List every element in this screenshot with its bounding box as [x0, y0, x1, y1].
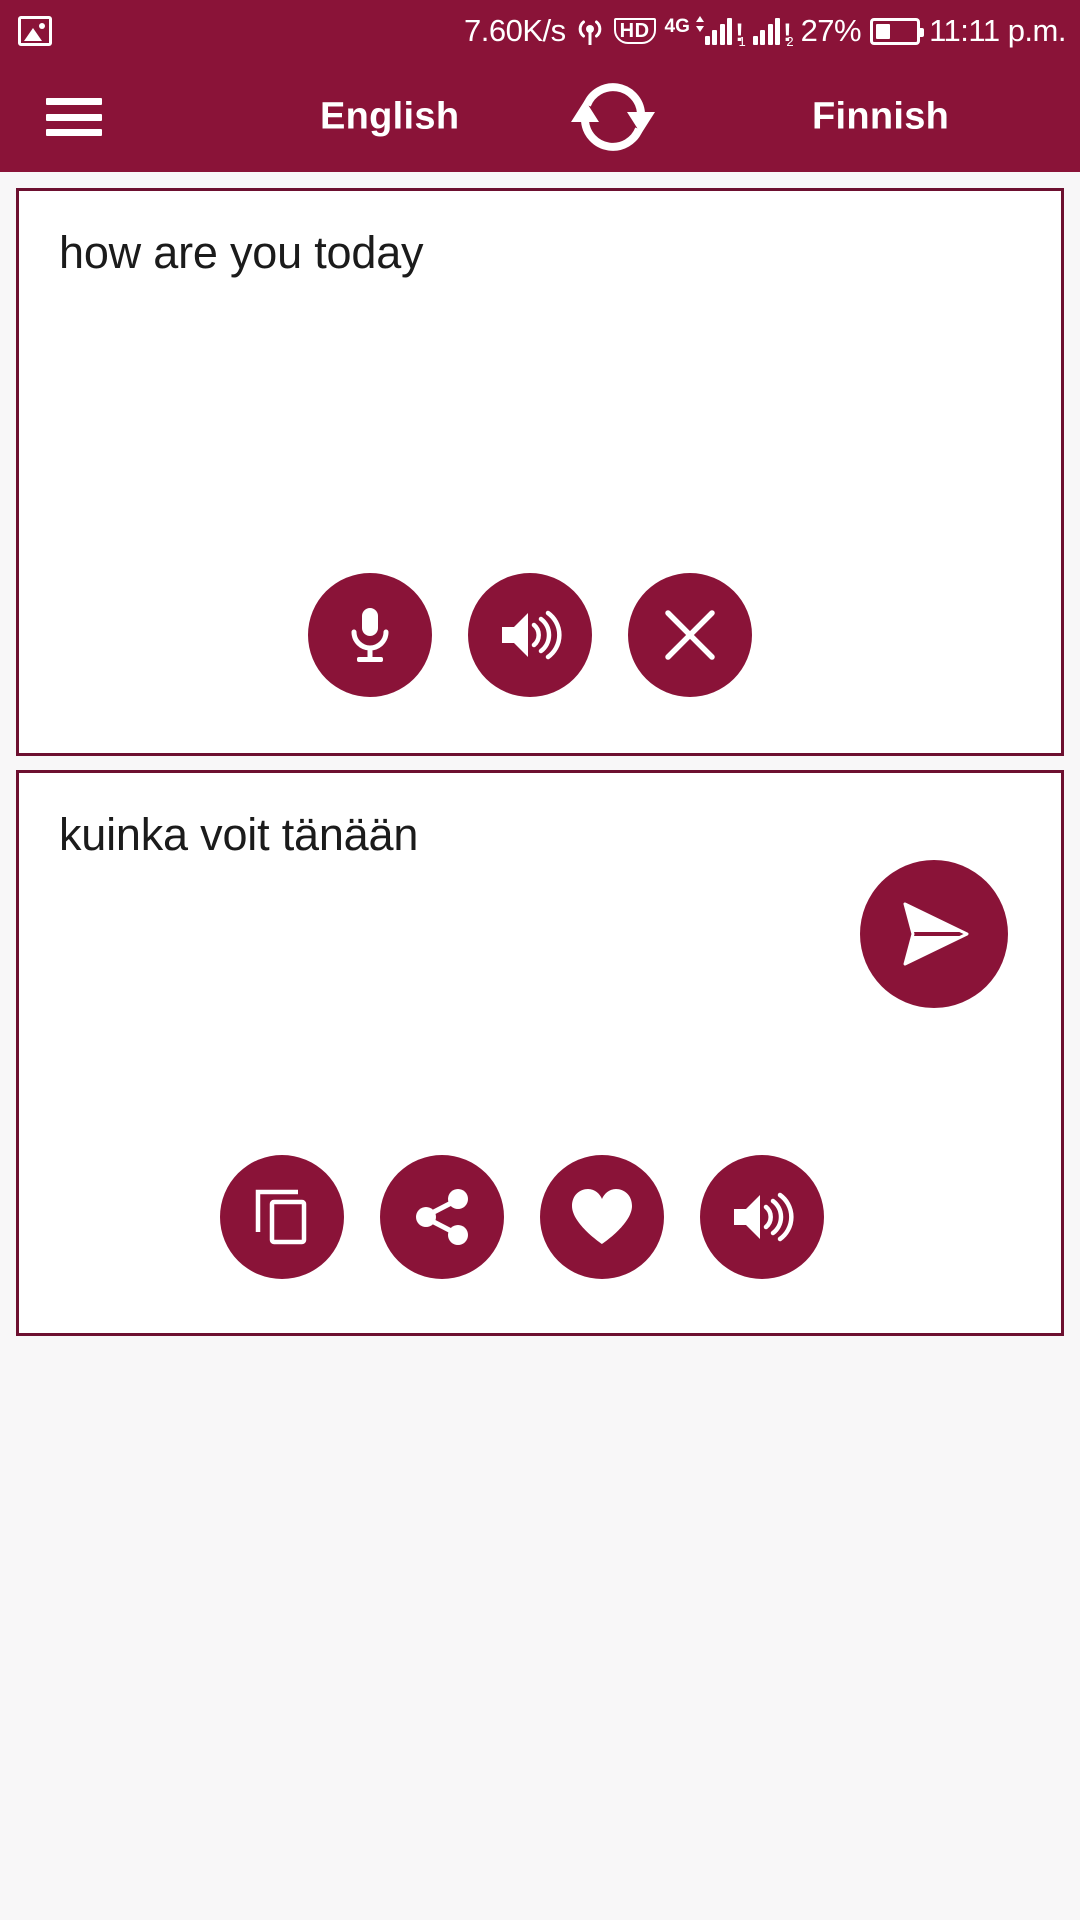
status-bar: 7.60K/s HD 4G ! 1 ! 2 27% 11:11 p.m. [0, 0, 1080, 62]
share-icon [413, 1187, 471, 1247]
hotspot-icon [575, 15, 605, 47]
sim1-signal-bars [704, 17, 733, 45]
sim2-signal-icon: ! 2 [752, 17, 794, 49]
favorite-button[interactable] [540, 1155, 664, 1279]
app-bar: English Finnish [0, 62, 1080, 172]
share-button[interactable] [380, 1155, 504, 1279]
sim2-signal-bars [752, 17, 781, 45]
source-action-row [308, 573, 752, 697]
status-bar-right: 7.60K/s HD 4G ! 1 ! 2 27% 11:11 p.m. [464, 13, 1066, 49]
copy-button[interactable] [220, 1155, 344, 1279]
source-text-card: how are you today [16, 188, 1064, 756]
battery-percent-label: 27% [800, 13, 862, 48]
data-arrows-icon [694, 15, 704, 36]
status-bar-left [18, 16, 52, 46]
battery-icon [870, 17, 925, 45]
swap-languages-icon[interactable] [565, 74, 661, 160]
close-icon [661, 606, 719, 664]
app-screen: 7.60K/s HD 4G ! 1 ! 2 27% 11:11 p.m. Eng… [0, 0, 1080, 1920]
clear-source-button[interactable] [628, 573, 752, 697]
hamburger-menu-icon[interactable] [46, 98, 102, 136]
clock-label: 11:11 p.m. [929, 13, 1066, 48]
network-speed-label: 7.60K/s [464, 13, 566, 48]
source-text-input[interactable]: how are you today [59, 225, 1021, 281]
speak-source-button[interactable] [468, 573, 592, 697]
target-text-card: kuinka voit tänään [16, 770, 1064, 1336]
sim1-signal-icon: 4G ! 1 [664, 15, 746, 49]
target-language-selector[interactable]: Finnish [812, 96, 949, 139]
microphone-button[interactable] [308, 573, 432, 697]
image-icon [18, 16, 52, 46]
send-translate-button[interactable] [860, 860, 1008, 1008]
sim1-network-type-label: 4G [664, 15, 690, 37]
microphone-icon [344, 604, 396, 666]
speak-target-button[interactable] [700, 1155, 824, 1279]
source-language-selector[interactable]: English [320, 96, 459, 139]
heart-icon [568, 1186, 636, 1248]
speaker-icon [730, 1189, 794, 1245]
speaker-icon [498, 607, 562, 663]
translated-text[interactable]: kuinka voit tänään [59, 807, 1021, 863]
volte-hd-icon: HD [613, 18, 656, 44]
sim2-index-label: 2 [786, 33, 794, 49]
sim1-index-label: 1 [738, 33, 746, 49]
copy-icon [252, 1186, 312, 1248]
target-action-row [220, 1155, 824, 1279]
send-icon [893, 896, 975, 972]
